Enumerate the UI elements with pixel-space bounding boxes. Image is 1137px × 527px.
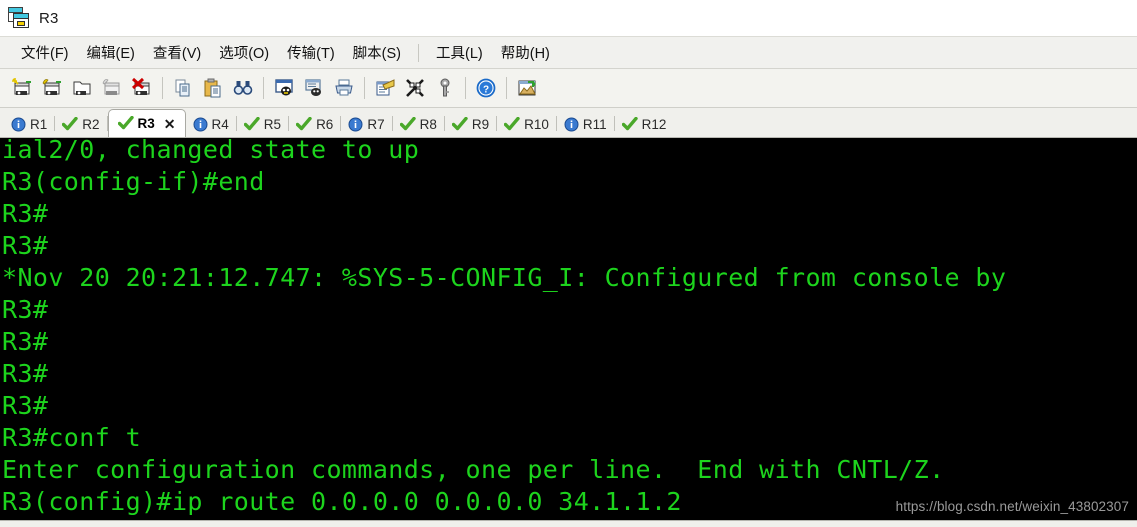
terminal-line: R3# [2, 199, 49, 228]
terminal-line: Enter configuration commands, one per li… [2, 455, 945, 484]
help-icon[interactable]: ? [471, 73, 501, 103]
print-screen-icon[interactable] [299, 73, 329, 103]
terminal-line: ial2/0, changed state to up [2, 138, 420, 164]
disconnect-icon[interactable] [127, 73, 157, 103]
menu-transfer[interactable]: 传输(T) [278, 39, 344, 66]
terminal-line: R3# [2, 295, 49, 324]
log-session-icon[interactable] [269, 73, 299, 103]
securecrt-window: R3 文件(F) 编辑(E) 查看(V) 选项(O) 传输(T) 脚本(S) 工… [0, 0, 1137, 527]
quick-connect-icon[interactable] [97, 73, 127, 103]
tab-label: R7 [367, 117, 385, 132]
key-icon[interactable] [430, 73, 460, 103]
tab-r12[interactable]: R12 [615, 112, 674, 137]
session-options-icon[interactable] [370, 73, 400, 103]
menu-script[interactable]: 脚本(S) [344, 39, 410, 66]
info-circle-icon [564, 117, 579, 132]
tab-r11[interactable]: R11 [557, 112, 614, 137]
status-bar [0, 520, 1137, 527]
menu-help[interactable]: 帮助(H) [492, 39, 559, 66]
tab-label: R9 [471, 117, 490, 132]
tab-label: R4 [211, 117, 229, 132]
find-icon[interactable] [228, 73, 258, 103]
paste-icon[interactable] [198, 73, 228, 103]
window-title: R3 [39, 9, 59, 27]
close-icon[interactable]: ✕ [164, 117, 176, 131]
menu-options[interactable]: 选项(O) [210, 39, 278, 66]
connect-folder-icon[interactable] [67, 73, 97, 103]
menu-tools[interactable]: 工具(L) [427, 39, 492, 66]
terminal-line: R3#conf t [2, 423, 142, 452]
menu-file[interactable]: 文件(F) [12, 39, 78, 66]
print-icon[interactable] [329, 73, 359, 103]
tab-label: R5 [263, 117, 282, 132]
tab-label: R8 [419, 117, 437, 132]
info-circle-icon [348, 117, 363, 132]
check-icon [451, 117, 468, 132]
tab-r6[interactable]: R6 [289, 112, 340, 137]
menu-view[interactable]: 查看(V) [144, 39, 210, 66]
tab-r3[interactable]: R3 ✕ [107, 109, 186, 137]
toolbar-divider [465, 77, 466, 99]
tab-r7[interactable]: R7 [341, 112, 391, 137]
tab-label: R3 [137, 116, 155, 131]
tab-label: R10 [524, 117, 549, 132]
info-circle-icon [11, 117, 26, 132]
new-session-icon[interactable] [7, 73, 37, 103]
menu-bar: 文件(F) 编辑(E) 查看(V) 选项(O) 传输(T) 脚本(S) 工具(L… [0, 36, 1137, 69]
toolbar: ? [0, 69, 1137, 108]
tab-r4[interactable]: R4 [186, 112, 236, 137]
toolbar-divider [364, 77, 365, 99]
toolbar-divider [506, 77, 507, 99]
toolbar-divider [162, 77, 163, 99]
terminal-line-list: ial2/0, changed state to up R3(config-if… [2, 138, 1137, 520]
menu-edit[interactable]: 编辑(E) [78, 39, 144, 66]
check-icon [243, 117, 260, 132]
menu-divider [418, 43, 419, 62]
terminal-line: R3(config-if)#end [2, 167, 265, 196]
title-bar: R3 [0, 0, 1137, 36]
check-icon [296, 117, 312, 132]
terminal-line: R3(config)# [2, 518, 1137, 520]
tab-r8[interactable]: R8 [393, 112, 444, 137]
tab-r2[interactable]: R2 [55, 112, 106, 137]
copy-icon[interactable] [168, 73, 198, 103]
tab-r5[interactable]: R5 [237, 112, 288, 137]
terminal-output[interactable]: ial2/0, changed state to up R3(config-if… [0, 138, 1137, 520]
tab-label: R6 [316, 117, 334, 132]
svg-text:?: ? [483, 85, 489, 96]
terminal-line: *Nov 20 20:21:12.747: %SYS-5-CONFIG_I: C… [2, 263, 1007, 292]
tab-r9[interactable]: R9 [445, 112, 496, 137]
terminal-line: R3# [2, 359, 49, 388]
tab-r10[interactable]: R10 [497, 112, 556, 137]
check-icon [399, 117, 416, 132]
watermark-text: https://blog.csdn.net/weixin_43802307 [895, 499, 1129, 514]
tab-label: R11 [582, 117, 607, 132]
toolbar-divider [263, 77, 264, 99]
connect-session-icon[interactable] [37, 73, 67, 103]
check-icon [504, 117, 520, 132]
terminal-line: R3# [2, 231, 49, 260]
check-icon [117, 116, 134, 131]
terminal-line: R3# [2, 391, 49, 420]
session-tab-bar: R1 R2 R3 ✕ R4 R5 R6 R7 R8 R9 R10 R11 R12 [0, 108, 1137, 138]
tab-label: R12 [641, 117, 667, 132]
tab-r1[interactable]: R1 [4, 112, 54, 137]
terminal-line: R3# [2, 327, 49, 356]
securecrt-session-icon [8, 7, 30, 29]
tab-label: R1 [30, 117, 48, 132]
arrange-windows-icon[interactable] [512, 73, 542, 103]
check-icon [62, 117, 78, 132]
global-options-icon[interactable] [400, 73, 430, 103]
info-circle-icon [193, 117, 208, 132]
check-icon [621, 117, 638, 132]
tab-label: R2 [82, 117, 100, 132]
